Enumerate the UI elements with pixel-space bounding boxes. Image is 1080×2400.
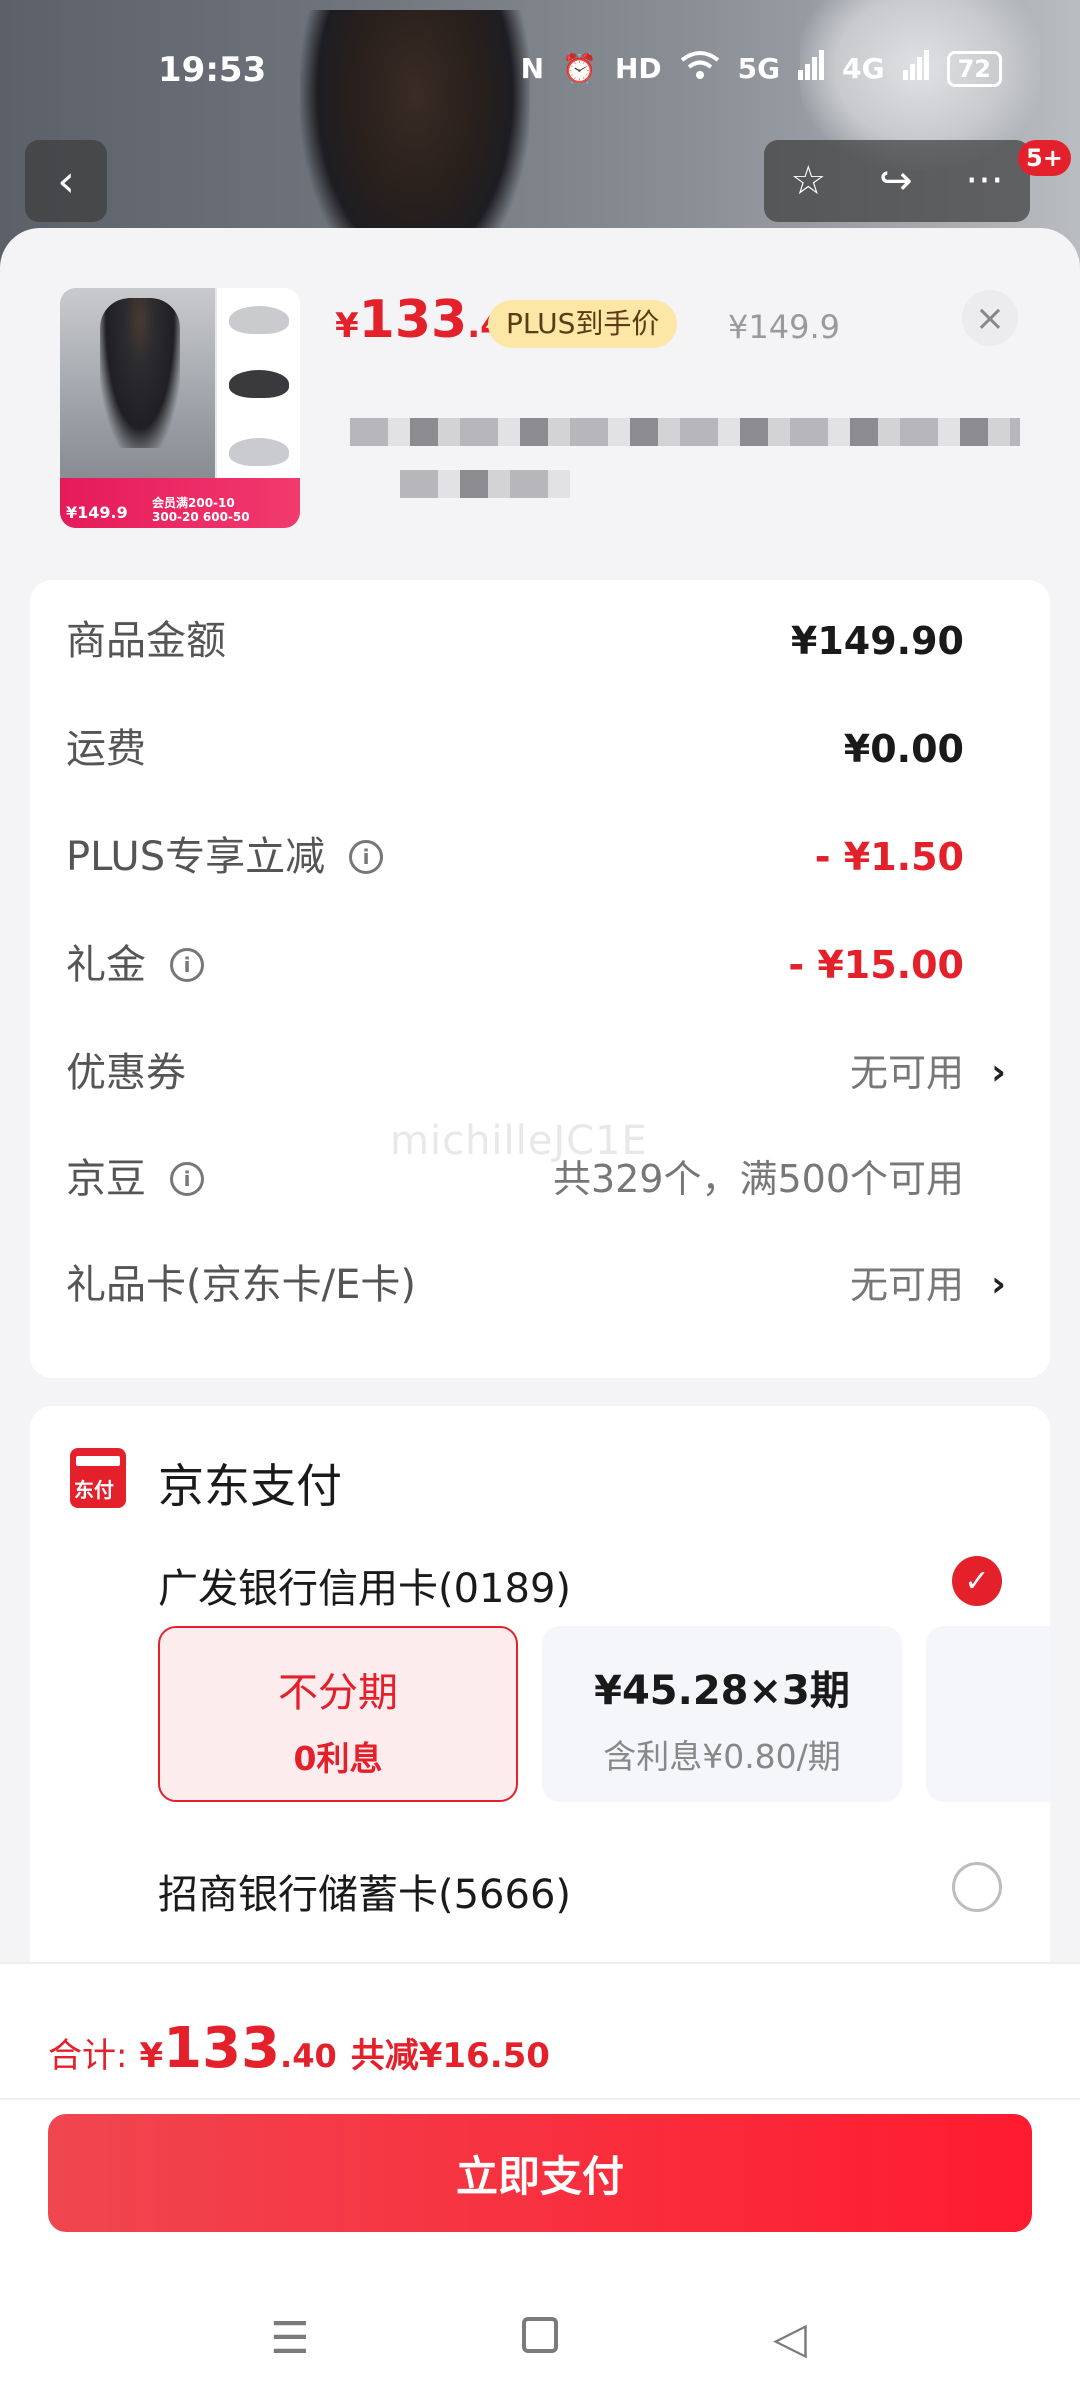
product-thumbnail[interactable]: ¥149.9 会员满200-10 300-20 600-50: [60, 288, 300, 528]
fee-row-plus-discount: PLUS专享立减 i - ¥1.50: [30, 822, 1050, 892]
status-bar: 19:53 N ⏰ HD 5G 4G 72: [0, 0, 1080, 140]
close-icon: ×: [974, 297, 1006, 339]
share-icon[interactable]: ↪: [879, 158, 913, 204]
price-currency: ¥: [335, 306, 359, 346]
info-icon[interactable]: i: [170, 948, 204, 982]
installment-option-6[interactable]: ¥2 含利: [926, 1626, 1050, 1802]
shoe-image: [229, 370, 289, 398]
fee-label: 运费: [66, 726, 146, 772]
shoe-image: [229, 306, 289, 334]
product-title-redacted: [350, 418, 1020, 446]
fee-label: 礼金 i: [66, 930, 204, 1000]
5g-signal-icon: 5G: [737, 52, 781, 85]
thumbnail-shoes: [217, 288, 300, 488]
fee-value: 无可用: [849, 1263, 964, 1307]
plus-price: ¥ 133 .4: [335, 290, 504, 350]
chevron-right-icon: ›: [991, 1264, 1006, 1305]
shoe-image: [229, 438, 289, 466]
payment-method-card: 东付 京东支付 广发银行信用卡(0189) ✓ 不分期 0利息 ¥45.28×3…: [30, 1406, 1050, 1966]
installment-options: 不分期 0利息 ¥45.28×3期 含利息¥0.80/期 ¥2 含利: [158, 1626, 1050, 1804]
product-spec-redacted: [400, 470, 570, 498]
signal-bars-icon: [798, 50, 825, 87]
back-button[interactable]: ‹: [25, 140, 107, 222]
fee-row-cash-gift: 礼金 i - ¥15.00: [30, 930, 1050, 1000]
menu-icon[interactable]: ☰: [260, 2313, 320, 2364]
info-icon[interactable]: i: [349, 840, 384, 874]
fee-label: PLUS专享立减 i: [66, 822, 384, 892]
thumbnail-price: ¥149.9: [66, 503, 128, 522]
info-icon[interactable]: i: [170, 1162, 204, 1196]
battery-indicator: 72: [946, 50, 1002, 87]
system-navigation-bar: ☰ ◁: [0, 2276, 1080, 2400]
thumbnail-promo: 会员满200-10 300-20 600-50: [152, 496, 250, 524]
total-saved: 共减¥16.50: [350, 2036, 550, 2076]
pay-now-button[interactable]: 立即支付: [48, 2114, 1032, 2232]
fee-value: ¥149.90: [790, 619, 964, 663]
watermark: michilleJC1E: [390, 1118, 648, 1164]
fee-row-coupon[interactable]: 优惠券 无可用 ›: [30, 1038, 1050, 1108]
bank-option-cmb-debit[interactable]: 招商银行储蓄卡(5666): [158, 1862, 571, 1920]
total-integer: 133: [163, 2016, 281, 2081]
fee-row-goods-amount: 商品金额 ¥149.90: [30, 606, 1050, 676]
status-time: 19:53: [158, 50, 267, 90]
fee-label: 商品金额: [66, 618, 226, 664]
payment-title: 京东支付: [158, 1459, 342, 1513]
alarm-icon: ⏰: [562, 52, 597, 85]
fee-label: 京豆 i: [66, 1144, 204, 1214]
price-integer: 133: [358, 290, 468, 350]
unselected-radio-icon[interactable]: [952, 1862, 1002, 1912]
bank-option-gf-credit[interactable]: 广发银行信用卡(0189): [158, 1556, 571, 1614]
selected-check-icon[interactable]: ✓: [952, 1556, 1002, 1606]
chevron-right-icon: ›: [991, 1052, 1006, 1093]
favorite-star-icon[interactable]: ☆: [790, 158, 826, 204]
original-price: ¥149.9: [728, 308, 840, 346]
message-badge: 5+: [1018, 140, 1071, 176]
4g-signal-icon: 4G: [842, 52, 885, 85]
plus-price-tag: PLUS到手价: [488, 300, 678, 348]
fee-label: 优惠券: [66, 1050, 186, 1096]
installment-option-none[interactable]: 不分期 0利息: [158, 1626, 518, 1802]
fee-value: - ¥1.50: [814, 835, 964, 879]
hd-icon: HD: [614, 52, 662, 85]
close-button[interactable]: ×: [962, 290, 1018, 346]
back-triangle-icon[interactable]: ◁: [760, 2313, 820, 2364]
total-currency: ¥: [139, 2036, 164, 2076]
back-arrow-icon: ‹: [57, 155, 75, 207]
top-actions: ☆ ↪ ···: [764, 140, 1030, 222]
fee-value: 无可用: [849, 1051, 964, 1095]
signal-bars-icon: [902, 50, 929, 87]
fee-value: ¥0.00: [843, 727, 964, 771]
status-icons: N ⏰ HD 5G 4G 72: [521, 50, 1002, 87]
total-decimal: .40: [280, 2037, 337, 2075]
fee-row-shipping: 运费 ¥0.00: [30, 714, 1050, 784]
installment-option-3[interactable]: ¥45.28×3期 含利息¥0.80/期: [542, 1626, 902, 1802]
wifi-icon: [680, 50, 720, 87]
more-icon[interactable]: ···: [965, 158, 1003, 204]
thumbnail-model: [100, 298, 180, 448]
fee-label: 礼品卡(京东卡/E卡): [66, 1262, 416, 1308]
total-label: 合计:: [48, 2036, 128, 2076]
total-amount: 合计: ¥ 133 .40 共减¥16.50: [48, 2016, 550, 2081]
fee-value: - ¥15.00: [788, 943, 964, 987]
home-icon[interactable]: [510, 2313, 570, 2364]
product-summary: ¥149.9 会员满200-10 300-20 600-50 ¥ 133 .4 …: [0, 228, 1080, 578]
fee-row-gift-card[interactable]: 礼品卡(京东卡/E卡) 无可用 ›: [30, 1250, 1050, 1320]
jd-pay-icon: 东付: [70, 1448, 126, 1508]
divider: [0, 2098, 1080, 2100]
thumbnail-promo-band: ¥149.9 会员满200-10 300-20 600-50: [60, 478, 300, 528]
nfc-icon: N: [520, 52, 545, 85]
fee-breakdown-card: 商品金额 ¥149.90 运费 ¥0.00 PLUS专享立减 i - ¥1.50…: [30, 580, 1050, 1378]
